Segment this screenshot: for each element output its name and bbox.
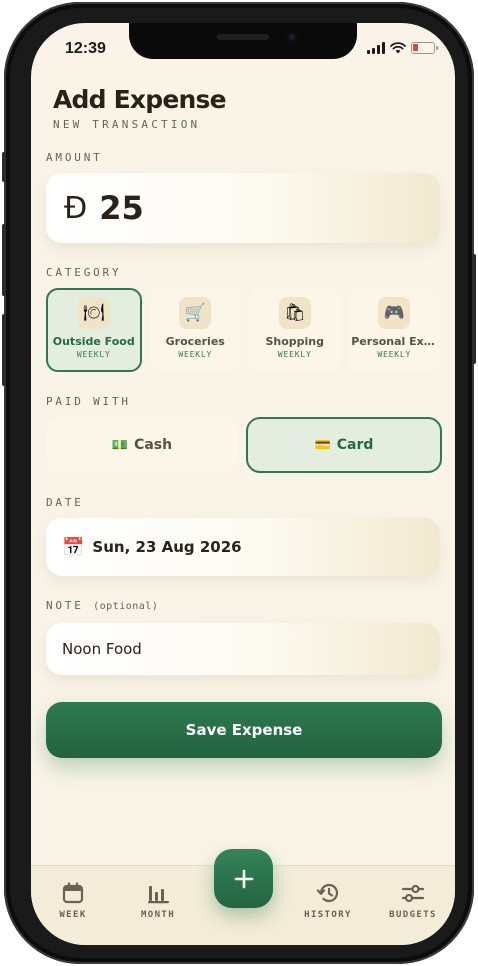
payment-cash-label: Cash <box>134 437 173 453</box>
payment-card-label: Card <box>336 437 374 453</box>
phone-frame: 12:39 Add Expense NEW TRANSACTION AMOUNT… <box>2 2 476 964</box>
paid-with-label: PAID WITH <box>46 395 131 408</box>
category-personal-expenses[interactable]: 🎮 Personal Exp... WEEKLY <box>348 288 440 372</box>
date-picker[interactable]: 📅 Sun, 23 Aug 2026 <box>46 518 440 576</box>
nav-history-label: HISTORY <box>304 910 352 920</box>
category-name: Shopping <box>265 335 325 348</box>
date-label: DATE <box>46 496 84 509</box>
category-groceries[interactable]: 🛒 Groceries WEEKLY <box>149 288 241 372</box>
card-icon: 💳 <box>314 437 331 453</box>
currency-icon: Đ <box>64 190 88 226</box>
payment-card-button[interactable]: 💳 Card <box>246 417 442 473</box>
category-list: 🍽 Outside Food WEEKLY 🛒 Groceries WEEKLY… <box>46 288 440 372</box>
category-name: Outside Food <box>52 335 135 348</box>
category-frequency: WEEKLY <box>277 350 312 359</box>
calendar-icon <box>62 882 84 904</box>
amount-field[interactable]: Đ 25 <box>46 173 440 243</box>
note-input[interactable] <box>62 640 422 658</box>
category-frequency: WEEKLY <box>178 350 213 359</box>
gamepad-icon: 🎮 <box>378 297 411 329</box>
volume-down-button <box>2 314 6 386</box>
volume-up-button <box>2 224 6 296</box>
category-shopping[interactable]: 🛍 Shopping WEEKLY <box>249 288 341 372</box>
speaker <box>217 34 269 40</box>
category-outside-food[interactable]: 🍽 Outside Food WEEKLY <box>46 288 142 372</box>
category-frequency: WEEKLY <box>76 350 111 359</box>
mute-switch <box>2 152 6 182</box>
date-value: Sun, 23 Aug 2026 <box>92 538 242 556</box>
page-title: Add Expense <box>53 85 227 114</box>
category-name: Groceries <box>165 335 225 348</box>
amount-value: 25 <box>99 189 144 227</box>
payment-cash-button[interactable]: 💵 Cash <box>46 417 238 473</box>
wifi-icon <box>390 42 406 54</box>
category-frequency: WEEKLY <box>377 350 412 359</box>
nav-budgets-label: BUDGETS <box>389 910 437 920</box>
nav-week[interactable]: WEEK <box>37 882 109 920</box>
payment-method-toggle: 💵 Cash 💳 Card <box>46 417 442 473</box>
battery-icon <box>411 42 438 54</box>
note-field[interactable] <box>46 623 440 675</box>
shopping-bags-icon: 🛍 <box>278 297 311 329</box>
calendar-icon: 📅 <box>62 536 85 558</box>
app-screen: 12:39 Add Expense NEW TRANSACTION AMOUNT… <box>31 23 455 945</box>
notch <box>129 23 357 59</box>
cart-icon: 🛒 <box>179 297 212 329</box>
save-expense-button[interactable]: Save Expense <box>46 702 442 758</box>
add-expense-fab[interactable] <box>214 849 273 908</box>
note-label-text: NOTE <box>46 599 84 612</box>
page-subtitle: NEW TRANSACTION <box>53 118 201 131</box>
nav-history[interactable]: HISTORY <box>292 882 364 920</box>
cash-icon: 💵 <box>111 437 129 453</box>
sliders-icon <box>401 884 425 903</box>
nav-month-label: MONTH <box>140 910 176 920</box>
camera <box>286 31 298 43</box>
history-icon <box>316 883 339 903</box>
power-button <box>472 254 476 364</box>
nav-month[interactable]: MONTH <box>122 882 194 920</box>
plus-icon <box>234 869 253 888</box>
status-time: 12:39 <box>65 40 106 57</box>
nav-budgets[interactable]: BUDGETS <box>377 882 449 920</box>
signal-icon <box>367 42 385 54</box>
status-icons <box>367 42 438 54</box>
note-label: NOTE (optional) <box>46 599 158 612</box>
bar-chart-icon <box>148 886 169 904</box>
category-label: CATEGORY <box>46 266 122 279</box>
category-name: Personal Exp... <box>351 335 438 348</box>
nav-week-label: WEEK <box>59 910 87 920</box>
note-optional-hint: (optional) <box>93 601 159 612</box>
amount-label: AMOUNT <box>46 151 103 164</box>
plate-icon: 🍽 <box>77 297 110 329</box>
